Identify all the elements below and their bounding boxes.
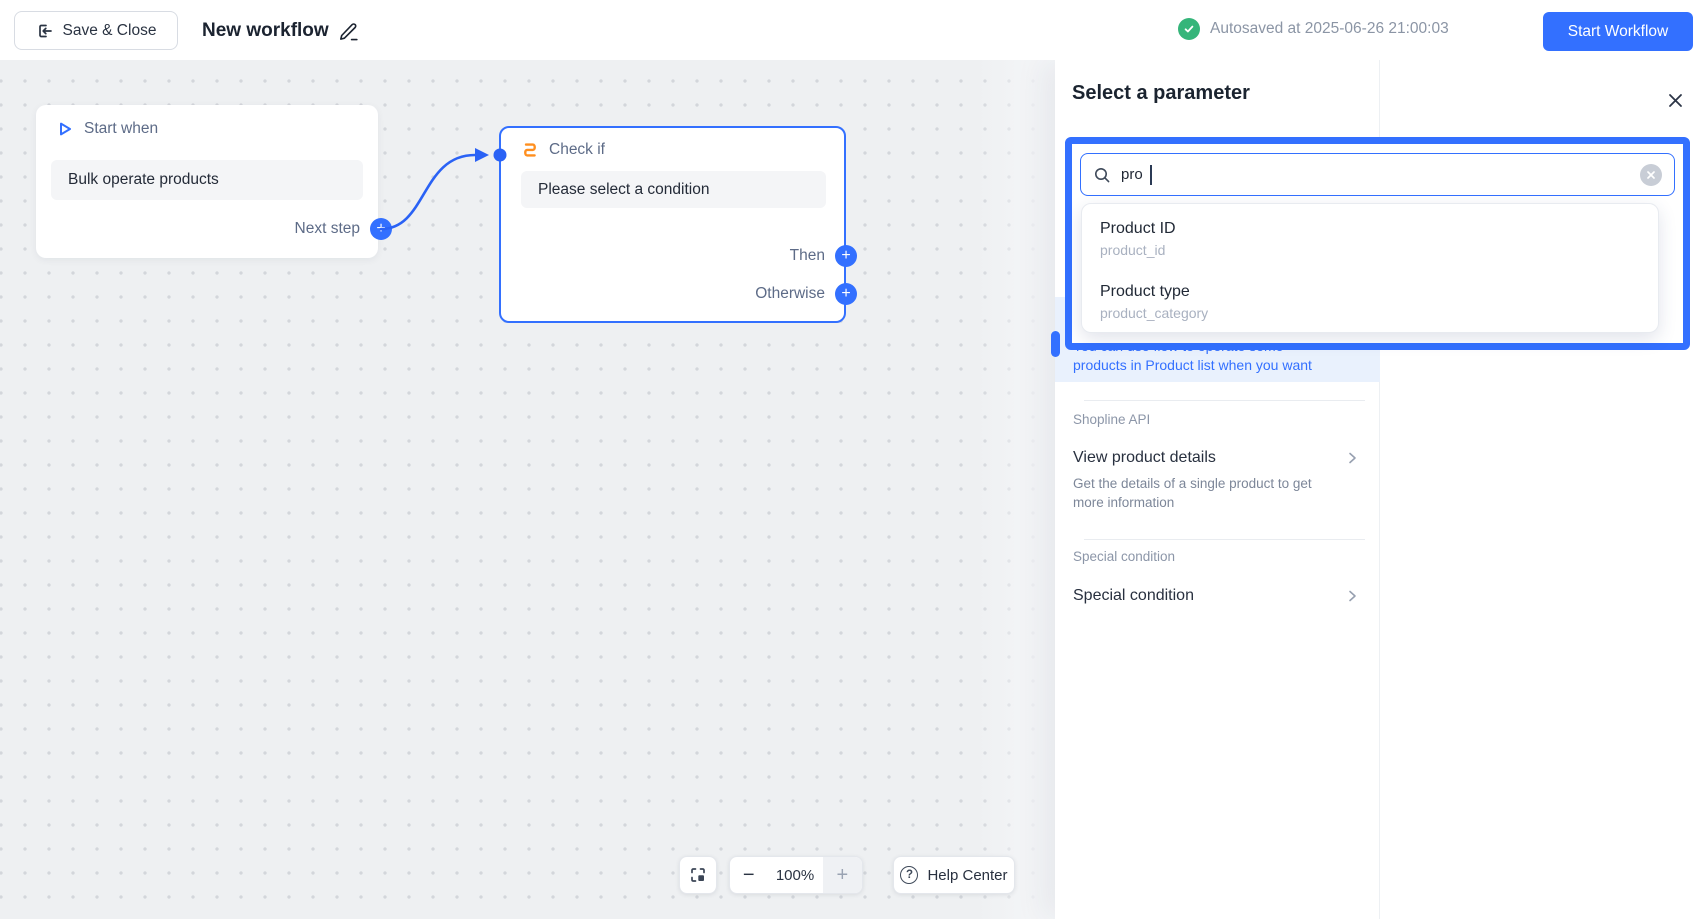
fit-view-button[interactable]: [679, 856, 717, 894]
start-when-label: Start when: [84, 120, 158, 138]
section-label-special-condition: Special condition: [1073, 549, 1175, 564]
add-next-step-button[interactable]: +: [370, 218, 392, 240]
add-then-step-button[interactable]: +: [835, 245, 857, 267]
start-workflow-button[interactable]: Start Workflow: [1543, 12, 1693, 51]
section-label-shopline-api: Shopline API: [1073, 412, 1150, 427]
list-item-view-product-details[interactable]: View product details: [1073, 449, 1216, 467]
edit-title-icon[interactable]: [337, 20, 361, 44]
add-otherwise-step-button[interactable]: +: [835, 283, 857, 305]
start-when-node[interactable]: Start when Bulk operate products Next st…: [36, 105, 378, 258]
close-panel-icon[interactable]: [1663, 88, 1687, 112]
fit-view-icon: [689, 866, 707, 884]
then-label: Then: [790, 247, 825, 265]
exit-icon: [36, 22, 54, 40]
check-if-label: Check if: [549, 141, 605, 159]
help-center-button[interactable]: ? Help Center: [893, 856, 1015, 894]
otherwise-row: Otherwise +: [755, 283, 857, 305]
parameter-panel: Select a parameter You can use flow to o…: [1055, 60, 1700, 919]
view-product-details-description: Get the details of a single product to g…: [1073, 474, 1335, 512]
list-item-special-condition[interactable]: Special condition: [1073, 587, 1194, 605]
condition-branch-icon: [521, 141, 539, 159]
parameter-search-box: [1080, 153, 1675, 196]
start-when-header: Start when: [56, 120, 158, 138]
clear-search-icon[interactable]: [1640, 164, 1662, 186]
zoom-in-button[interactable]: +: [823, 857, 862, 893]
zoom-control: − 100% +: [729, 856, 863, 894]
chevron-right-icon[interactable]: [1345, 589, 1359, 603]
question-icon: ?: [900, 866, 918, 884]
section-divider: [1084, 400, 1365, 401]
search-results-dropdown: Product ID product_id Product type produ…: [1081, 203, 1659, 333]
save-close-label: Save & Close: [63, 22, 157, 40]
search-icon: [1093, 166, 1111, 184]
next-step-row: Next step +: [295, 218, 392, 240]
workflow-editor: Save & Close New workflow Autosaved at 2…: [0, 0, 1700, 919]
section-divider: [1084, 539, 1365, 540]
autosave-text: Autosaved at 2025-06-26 21:00:03: [1210, 20, 1449, 38]
next-step-label: Next step: [295, 220, 360, 238]
zoom-level: 100%: [767, 857, 822, 893]
save-close-button[interactable]: Save & Close: [14, 11, 178, 50]
play-icon: [56, 120, 74, 138]
selected-item-accent: [1051, 331, 1060, 357]
dropdown-item-product-id[interactable]: Product ID product_id: [1100, 218, 1640, 259]
parameter-search-input[interactable]: [1121, 166, 1630, 183]
dropdown-item-product-type[interactable]: Product type product_category: [1100, 281, 1640, 322]
chevron-right-icon[interactable]: [1345, 451, 1359, 465]
autosave-status: Autosaved at 2025-06-26 21:00:03: [1178, 18, 1449, 40]
autosave-check-icon: [1178, 18, 1200, 40]
otherwise-label: Otherwise: [755, 285, 825, 303]
zoom-out-button[interactable]: −: [730, 857, 767, 893]
check-if-header: Check if: [521, 141, 605, 159]
then-row: Then +: [790, 245, 857, 267]
check-if-node[interactable]: Check if Please select a condition Then …: [499, 126, 846, 323]
top-bar: Save & Close New workflow Autosaved at 2…: [0, 0, 1700, 60]
text-caret: [1150, 165, 1152, 185]
workflow-title: New workflow: [202, 20, 329, 42]
trigger-value-box[interactable]: Bulk operate products: [51, 160, 363, 200]
parameter-picker-frame: Product ID product_id Product type produ…: [1065, 137, 1690, 350]
help-center-label: Help Center: [927, 867, 1007, 884]
condition-select-box[interactable]: Please select a condition: [521, 171, 826, 208]
